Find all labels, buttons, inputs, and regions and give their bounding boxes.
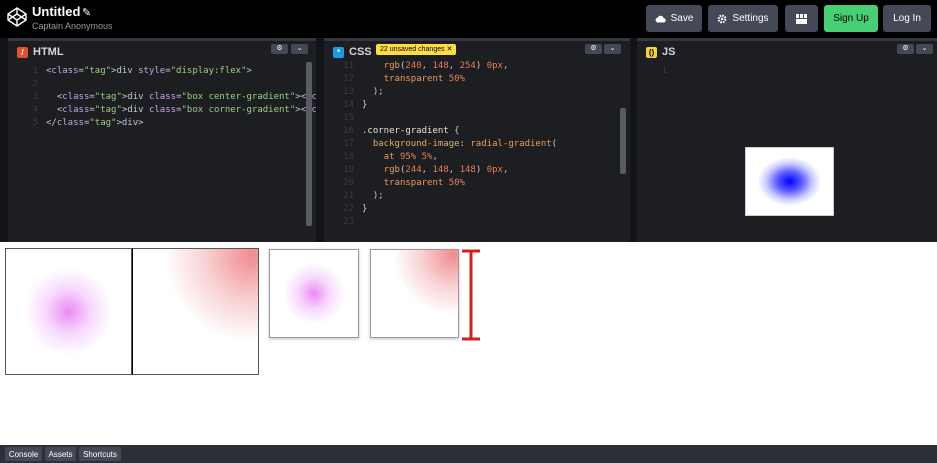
code-text: at 95% 5%, xyxy=(383,152,438,162)
pen-title[interactable]: Untitled xyxy=(32,4,80,19)
css-collapse-button[interactable]: ⌄ xyxy=(604,44,621,54)
cloud-icon xyxy=(655,15,666,22)
js-tab-label: JS xyxy=(662,46,676,58)
sign-up-label: Sign Up xyxy=(833,13,869,24)
js-collapse-button[interactable]: ⌄ xyxy=(916,44,933,54)
css-tab-label: CSS xyxy=(349,46,372,58)
code-text: <class="tag">div class="box corner-gradi… xyxy=(46,105,316,115)
settings-button[interactable]: Settings xyxy=(708,5,778,32)
code-text: rgb(240, 148, 254) 0px, xyxy=(383,61,509,71)
html-icon: / xyxy=(17,46,28,58)
line-number: 16 xyxy=(343,126,354,136)
assets-button[interactable]: Assets xyxy=(45,447,76,461)
result-box-corner-gradient xyxy=(132,248,259,375)
code-text: <class="tag">div style="display:flex"> xyxy=(46,66,252,76)
code-text: background-image: radial-gradient( xyxy=(372,139,558,149)
codepen-logo-icon[interactable] xyxy=(7,7,27,27)
line-number: 23 xyxy=(343,217,354,227)
css-pane-header: * CSS 22 unsaved changes ✕ ⚙ ⌄ xyxy=(324,38,630,63)
line-number: 11 xyxy=(343,61,354,71)
js-settings-button[interactable]: ⚙ xyxy=(897,44,914,54)
change-view-button[interactable] xyxy=(785,5,818,32)
code-text: transparent 50% xyxy=(383,74,465,84)
unsaved-changes-badge[interactable]: 22 unsaved changes ✕ xyxy=(376,44,457,55)
settings-label: Settings xyxy=(732,13,769,24)
floating-preview-thumbnail xyxy=(745,147,834,216)
edit-pencil-icon[interactable]: ✎ xyxy=(82,6,91,19)
js-tab[interactable]: () JS xyxy=(637,38,686,63)
code-text: } xyxy=(362,204,368,214)
result-box-center-gradient xyxy=(5,248,132,375)
css-tab[interactable]: * CSS xyxy=(324,38,382,63)
html-tab-label: HTML xyxy=(33,46,64,58)
save-label: Save xyxy=(670,13,694,24)
css-icon: * xyxy=(333,46,344,58)
pen-author: Captain Anonymous xyxy=(32,21,113,31)
shortcuts-button[interactable]: Shortcuts xyxy=(79,447,121,461)
line-number: 13 xyxy=(343,87,354,97)
js-pane-header: () JS ⚙ ⌄ xyxy=(637,38,937,63)
line-number: 17 xyxy=(343,139,354,149)
layout-grid-icon xyxy=(796,13,807,24)
console-button[interactable]: Console xyxy=(5,447,42,461)
html-collapse-button[interactable]: ⌄ xyxy=(291,44,308,54)
code-text: rgb(244, 148, 148) 0px, xyxy=(383,165,509,175)
css-settings-button[interactable]: ⚙ xyxy=(585,44,602,54)
code-text: ); xyxy=(362,191,384,201)
line-number: 22 xyxy=(343,204,354,214)
line-number: 19 xyxy=(343,165,354,175)
top-bar: Untitled ✎ Captain Anonymous Save Settin… xyxy=(0,0,937,38)
line-number: 4 xyxy=(32,105,38,115)
height-marker-icon xyxy=(462,249,480,341)
line-number: 20 xyxy=(343,178,354,188)
html-pane-header: / HTML ⚙ ⌄ xyxy=(8,38,316,63)
line-number: 21 xyxy=(343,191,354,201)
log-in-label: Log In xyxy=(893,13,921,24)
line-number: 3 xyxy=(32,92,38,102)
code-text: .corner-gradient { xyxy=(362,126,460,136)
gear-icon xyxy=(718,14,727,23)
code-text: <class="tag">div class="box center-gradi… xyxy=(46,92,316,102)
html-editor-pane: / HTML ⚙ ⌄ 1 <class="tag">div style="disp… xyxy=(8,38,316,242)
line-number: 18 xyxy=(343,152,354,162)
line-number: 1 xyxy=(32,66,38,76)
sign-up-button[interactable]: Sign Up xyxy=(824,5,878,32)
log-in-button[interactable]: Log In xyxy=(883,5,931,32)
save-button[interactable]: Save xyxy=(646,5,702,32)
js-icon: () xyxy=(646,46,657,58)
css-scrollbar[interactable] xyxy=(620,108,626,174)
code-text: </class="tag">div> xyxy=(46,118,144,128)
line-number: 12 xyxy=(343,74,354,84)
line-number: 15 xyxy=(343,113,354,123)
html-settings-button[interactable]: ⚙ xyxy=(271,44,288,54)
bottom-bar: Console Assets Shortcuts xyxy=(0,445,937,463)
line-number: 5 xyxy=(32,118,38,128)
reference-box-center-gradient xyxy=(269,249,359,338)
css-editor-pane: * CSS 22 unsaved changes ✕ ⚙ ⌄ 11 rgb(24… xyxy=(324,38,630,242)
code-text: transparent 50% xyxy=(383,178,465,188)
line-number: 14 xyxy=(343,100,354,110)
html-scrollbar[interactable] xyxy=(306,62,312,226)
line-number: 2 xyxy=(32,79,38,89)
line-number: 1 xyxy=(661,66,667,76)
html-tab[interactable]: / HTML xyxy=(8,38,74,63)
editor-area: / HTML ⚙ ⌄ 1 <class="tag">div style="disp… xyxy=(0,38,937,242)
code-text: } xyxy=(362,100,368,110)
reference-box-corner-gradient xyxy=(370,249,459,338)
code-text: ); xyxy=(362,87,384,97)
